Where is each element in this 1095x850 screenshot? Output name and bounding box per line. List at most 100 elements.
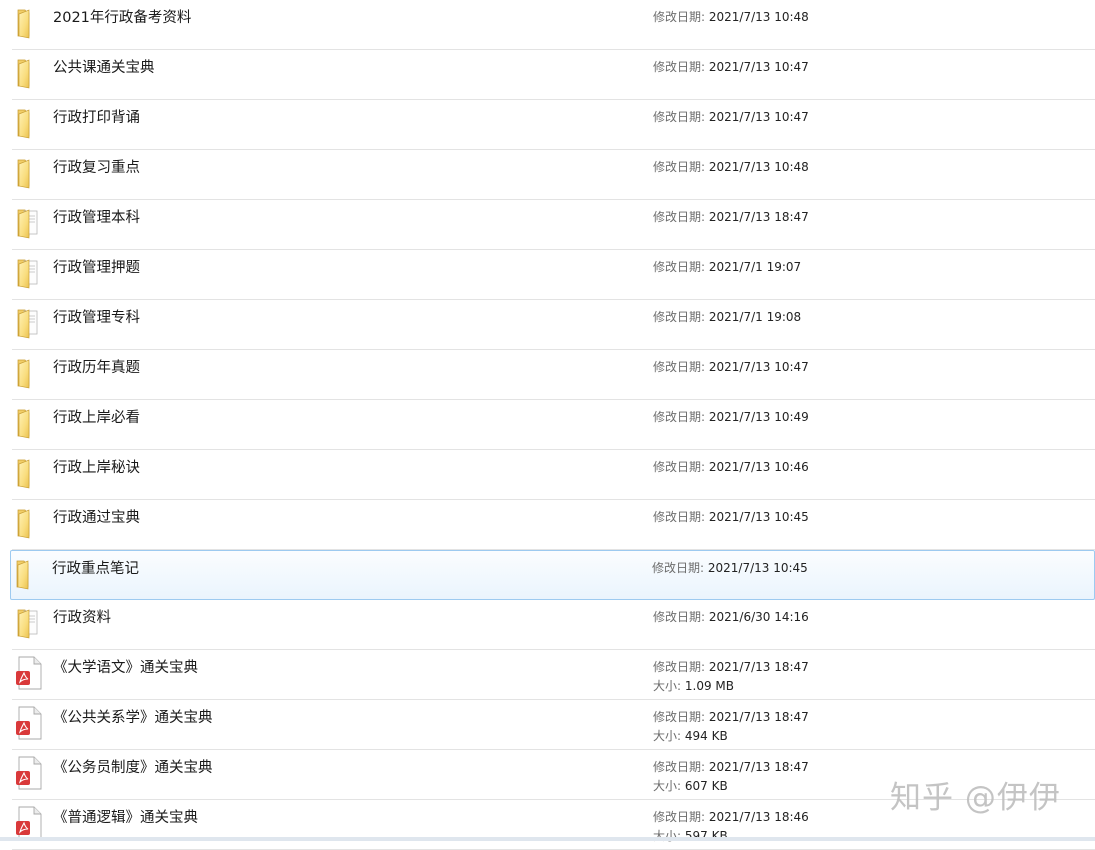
item-meta: 修改日期: 2021/7/1 19:08 [653,308,801,327]
item-meta: 修改日期: 2021/7/1 19:07 [653,258,801,277]
folder-row[interactable]: 行政复习重点 修改日期: 2021/7/13 10:48 [12,150,1095,200]
folder-row[interactable]: 行政重点笔记 修改日期: 2021/7/13 10:45 [10,550,1095,600]
file-row[interactable]: 《公共关系学》通关宝典 修改日期: 2021/7/13 18:47 大小: 494 … [12,700,1095,750]
folder-row[interactable]: 行政管理本科 修改日期: 2021/7/13 18:47 [12,200,1095,250]
item-name[interactable]: 行政管理押题 [53,256,140,277]
pdf-file-icon [15,756,45,790]
modified-value: 2021/7/13 10:48 [708,10,809,24]
folder-with-documents-icon [15,606,45,640]
folder-icon [15,356,45,390]
item-name[interactable]: 行政上岸秘诀 [53,456,140,477]
item-meta: 修改日期: 2021/7/13 18:47 大小: 1.09 MB [653,658,809,696]
folder-row[interactable]: 行政上岸秘诀 修改日期: 2021/7/13 10:46 [12,450,1095,500]
size-label: 大小: [653,779,682,793]
watermark: 知乎 @伊伊 [890,780,1061,816]
item-meta: 修改日期: 2021/7/13 10:48 [653,158,809,177]
folder-row[interactable]: 行政通过宝典 修改日期: 2021/7/13 10:45 [12,500,1095,550]
modified-value: 2021/7/13 18:47 [708,660,809,674]
modified-line: 修改日期: 2021/7/13 10:47 [653,358,809,377]
item-name[interactable]: 《公共关系学》通关宝典 [53,706,213,727]
modified-label: 修改日期: [653,10,706,24]
modified-label: 修改日期: [653,210,706,224]
modified-line: 修改日期: 2021/7/13 18:47 [653,658,809,677]
modified-value: 2021/7/13 10:46 [708,460,809,474]
item-name[interactable]: 2021年行政备考资料 [53,6,191,27]
item-name[interactable]: 行政管理专科 [53,306,140,327]
folder-icon [15,406,45,440]
folder-with-documents-icon [15,306,45,340]
item-meta: 修改日期: 2021/7/13 10:45 [652,559,808,578]
item-name[interactable]: 行政历年真题 [53,356,140,377]
pdf-file-icon [15,706,45,740]
modified-line: 修改日期: 2021/7/13 10:49 [653,408,809,427]
folder-row[interactable]: 行政管理专科 修改日期: 2021/7/1 19:08 [12,300,1095,350]
modified-label: 修改日期: [653,510,706,524]
modified-value: 2021/7/13 10:47 [708,360,809,374]
item-meta: 修改日期: 2021/7/13 10:47 [653,108,809,127]
item-name[interactable]: 行政管理本科 [53,206,140,227]
item-name[interactable]: 《大学语文》通关宝典 [53,656,198,677]
folder-row[interactable]: 行政上岸必看 修改日期: 2021/7/13 10:49 [12,400,1095,450]
size-line: 大小: 494 KB [653,727,809,746]
modified-label: 修改日期: [653,610,706,624]
modified-label: 修改日期: [653,60,706,74]
modified-line: 修改日期: 2021/7/13 10:47 [653,58,809,77]
modified-value: 2021/7/13 10:47 [708,60,809,74]
modified-label: 修改日期: [653,460,706,474]
modified-line: 修改日期: 2021/7/1 19:08 [653,308,801,327]
modified-value: 2021/7/1 19:07 [708,260,802,274]
modified-line: 修改日期: 2021/7/13 10:48 [653,8,809,27]
item-name[interactable]: 行政重点笔记 [52,557,139,578]
modified-value: 2021/7/13 10:45 [708,510,809,524]
folder-row[interactable]: 行政资料 修改日期: 2021/6/30 14:16 [12,600,1095,650]
modified-value: 2021/7/13 18:46 [708,810,809,824]
modified-value: 2021/7/13 10:48 [708,160,809,174]
item-meta: 修改日期: 2021/7/13 10:45 [653,508,809,527]
size-label: 大小: [653,679,682,693]
folder-icon [15,56,45,90]
modified-value: 2021/7/1 19:08 [708,310,802,324]
file-row[interactable]: 《大学语文》通关宝典 修改日期: 2021/7/13 18:47 大小: 1.09 … [12,650,1095,700]
modified-label: 修改日期: [653,360,706,374]
item-name[interactable]: 《公务员制度》通关宝典 [53,756,213,777]
modified-line: 修改日期: 2021/7/13 18:46 [653,808,809,827]
item-name[interactable]: 行政通过宝典 [53,506,140,527]
folder-row[interactable]: 行政历年真题 修改日期: 2021/7/13 10:47 [12,350,1095,400]
modified-value: 2021/7/13 18:47 [708,760,809,774]
item-name[interactable]: 行政资料 [53,606,111,627]
folder-row[interactable]: 行政打印背诵 修改日期: 2021/7/13 10:47 [12,100,1095,150]
item-name[interactable]: 行政打印背诵 [53,106,140,127]
item-name[interactable]: 公共课通关宝典 [53,56,155,77]
modified-label: 修改日期: [653,660,706,674]
modified-label: 修改日期: [653,410,706,424]
item-name[interactable]: 《普通逻辑》通关宝典 [53,806,198,827]
item-meta: 修改日期: 2021/7/13 10:47 [653,58,809,77]
modified-line: 修改日期: 2021/7/13 18:47 [653,708,809,727]
item-name[interactable]: 行政复习重点 [53,156,140,177]
folder-row[interactable]: 行政管理押题 修改日期: 2021/7/1 19:07 [12,250,1095,300]
modified-line: 修改日期: 2021/7/1 19:07 [653,258,801,277]
item-meta: 修改日期: 2021/7/13 18:47 大小: 494 KB [653,708,809,746]
folder-icon [14,557,44,591]
modified-value: 2021/7/13 10:49 [708,410,809,424]
modified-label: 修改日期: [653,110,706,124]
pdf-file-icon [15,806,45,840]
modified-value: 2021/6/30 14:16 [708,610,809,624]
modified-label: 修改日期: [652,561,705,575]
pdf-file-icon [15,656,45,690]
size-line: 大小: 1.09 MB [653,677,809,696]
folder-icon [15,106,45,140]
folder-row[interactable]: 2021年行政备考资料 修改日期: 2021/7/13 10:48 [12,0,1095,50]
modified-line: 修改日期: 2021/6/30 14:16 [653,608,809,627]
folder-icon [15,156,45,190]
modified-label: 修改日期: [653,760,706,774]
size-value: 494 KB [684,729,728,743]
modified-value: 2021/7/13 18:47 [708,210,809,224]
item-name[interactable]: 行政上岸必看 [53,406,140,427]
folder-row[interactable]: 公共课通关宝典 修改日期: 2021/7/13 10:47 [12,50,1095,100]
modified-line: 修改日期: 2021/7/13 10:48 [653,158,809,177]
item-meta: 修改日期: 2021/7/13 18:47 大小: 607 KB [653,758,809,796]
modified-line: 修改日期: 2021/7/13 10:47 [653,108,809,127]
item-meta: 修改日期: 2021/7/13 10:49 [653,408,809,427]
size-line: 大小: 607 KB [653,777,809,796]
